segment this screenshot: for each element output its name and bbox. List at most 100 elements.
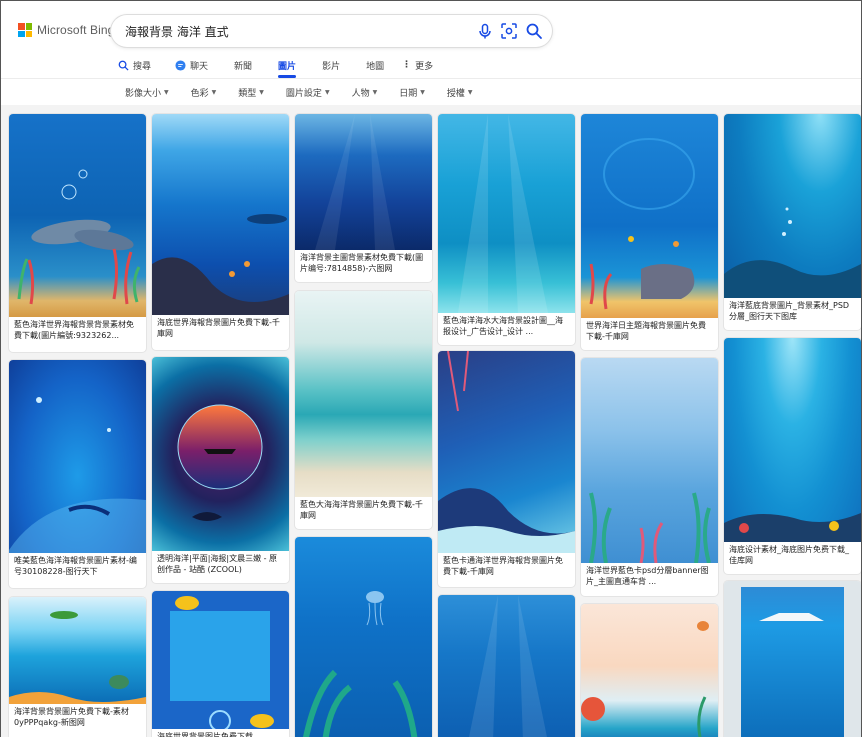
- tab-label: 聊天: [190, 61, 209, 72]
- image-result[interactable]: 海洋背景主圖背景素材免費下載(圖片编号:7814858)-六图网: [295, 114, 432, 282]
- result-caption: 海底设计素材_海底图片免费下载_佳库网: [729, 545, 849, 565]
- logo-square: [25, 23, 32, 30]
- image-result[interactable]: 海底设计素材_海底图片免费下载_佳库网: [724, 338, 861, 574]
- result-thumbnail: [152, 357, 289, 551]
- image-result[interactable]: [581, 604, 718, 737]
- image-result[interactable]: 藍色海洋海水大海背景設計圖__海报设计_广告设计_设计 ...: [438, 114, 575, 345]
- result-thumbnail: [9, 114, 146, 317]
- chevron-down-icon: ▼: [420, 88, 425, 96]
- result-caption: 藍色海洋世界海報背景背景素材免費下載(圖片編號:9323262...: [14, 320, 134, 340]
- microphone-icon[interactable]: [476, 22, 494, 40]
- result-thumbnail: [9, 597, 146, 704]
- result-thumbnail: [724, 114, 861, 298]
- logo-text: Microsoft Bing: [37, 23, 115, 37]
- filter-label: 人物: [351, 88, 370, 99]
- tab-label: 影片: [322, 61, 341, 72]
- tab-more[interactable]: ⋮ 更多: [402, 53, 433, 77]
- tab-videos[interactable]: 影片: [322, 53, 340, 77]
- header: Microsoft Bing 搜尋 聊天 新聞 圖片: [1, 1, 861, 99]
- filter-label: 類型: [238, 88, 257, 99]
- filter-layout[interactable]: 圖片設定 ▼: [286, 86, 330, 99]
- result-thumbnail: [438, 351, 575, 553]
- tab-label: 更多: [415, 61, 434, 72]
- image-result[interactable]: 唯美藍色海洋海報背景圖片素材-编号30108228-图行天下: [9, 360, 146, 588]
- filter-type[interactable]: 類型 ▼: [238, 86, 264, 99]
- vertical-tabs: 搜尋 聊天 新聞 圖片 影片 地圖 ⋮ 更多: [118, 53, 433, 78]
- image-result[interactable]: 藍色大海海洋背景圖片免費下載-千庫网: [295, 291, 432, 529]
- bing-logo[interactable]: Microsoft Bing: [18, 23, 114, 37]
- result-thumbnail: [724, 581, 861, 737]
- image-result[interactable]: 藍色卡通海洋世界海報背景圖片免費下載-千庫网: [438, 351, 575, 587]
- image-result[interactable]: 藍色海洋世界海報背景背景素材免費下載(圖片編號:9323262...: [9, 114, 146, 352]
- result-thumbnail: [9, 360, 146, 553]
- underwater-light-illustration: [469, 595, 547, 737]
- result-caption: 藍色卡通海洋世界海報背景圖片免費下載-千庫网: [443, 556, 563, 576]
- image-result[interactable]: 海洋背景背景圖片免費下載-素材0yPPPqakg-新图网: [9, 597, 146, 737]
- tab-label: 地圖: [366, 61, 385, 72]
- image-result[interactable]: 世界海洋日主題海報背景圖片免費下載-千庫网: [581, 114, 718, 350]
- chevron-down-icon: ▼: [372, 88, 378, 96]
- tab-news[interactable]: 新聞: [234, 53, 252, 77]
- result-thumbnail: [438, 595, 575, 737]
- image-result[interactable]: 海底世界背景图片免费下载 ...: [152, 591, 289, 737]
- chevron-down-icon: ▼: [259, 88, 264, 96]
- result-thumbnail: [581, 114, 718, 318]
- image-result[interactable]: 海底世界海報背景圖片免費下載-千庫网: [152, 114, 289, 350]
- chevron-down-icon: ▼: [164, 88, 169, 96]
- result-thumbnail: [295, 537, 432, 737]
- logo-square: [18, 23, 25, 30]
- tab-images[interactable]: 圖片: [278, 53, 297, 78]
- result-thumbnail: [152, 591, 289, 737]
- jellyfish-illustration: [303, 591, 418, 737]
- whale-illustration: [9, 397, 146, 553]
- search-input[interactable]: [111, 16, 461, 46]
- tab-search[interactable]: 搜尋: [118, 53, 151, 77]
- fish-frame-illustration: [170, 596, 274, 732]
- search-icon[interactable]: [525, 22, 543, 40]
- sunbeam-illustration: [458, 114, 548, 313]
- filter-label: 圖片設定: [285, 88, 322, 99]
- filter-bar: 影像大小 ▼ 色彩 ▼ 類型 ▼ 圖片設定 ▼ 人物 ▼ 日期 ▼ 授權 ▼: [125, 83, 472, 101]
- microsoft-logo-icon: [18, 23, 32, 37]
- image-result[interactable]: 海洋世界藍色卡psd分層banner图片_主圖直通车背 ...: [581, 358, 718, 596]
- result-caption: 世界海洋日主題海報背景圖片免費下載-千庫网: [586, 321, 706, 341]
- filter-label: 色彩: [190, 88, 209, 99]
- logo-square: [25, 30, 32, 37]
- light-rays-illustration: [315, 114, 395, 250]
- filter-label: 日期: [399, 88, 418, 99]
- seaweed-illustration: [589, 492, 711, 564]
- image-result[interactable]: [295, 537, 432, 737]
- image-result[interactable]: [438, 595, 575, 737]
- reef-rocks-illustration: [724, 207, 861, 298]
- iceberg-illustration: [741, 587, 844, 737]
- tab-chat[interactable]: 聊天: [175, 53, 208, 77]
- result-thumbnail: [295, 114, 432, 250]
- rocks-illustration: [152, 214, 289, 315]
- visual-search-icon[interactable]: [500, 22, 518, 40]
- result-caption: 海底世界海報背景圖片免費下載-千庫网: [157, 318, 280, 338]
- image-result[interactable]: 海洋藍底背景圖片_背景素材_PSD分層_图行天下图库: [724, 114, 861, 330]
- result-caption: 海底世界背景图片免费下载 ...: [152, 729, 289, 737]
- result-caption: 海洋藍底背景圖片_背景素材_PSD分層_图行天下图库: [729, 301, 850, 321]
- result-caption: 唯美藍色海洋海報背景圖片素材-编号30108228-图行天下: [14, 556, 137, 576]
- image-result[interactable]: 透明海洋|平面|海报|文晨三嫩 - 原创作品 - 站酷 (ZCOOL): [152, 357, 289, 583]
- bubble-ship-illustration: [177, 404, 263, 521]
- copilot-icon: [175, 59, 186, 71]
- tab-label: 新聞: [234, 61, 253, 72]
- image-result[interactable]: [724, 581, 861, 737]
- coral-reef-illustration: [589, 138, 695, 310]
- logo-square: [18, 30, 25, 37]
- filter-color[interactable]: 色彩 ▼: [191, 86, 217, 99]
- filter-date[interactable]: 日期 ▼: [399, 86, 425, 99]
- filter-image-size[interactable]: 影像大小 ▼: [125, 86, 169, 99]
- result-thumbnail: [438, 114, 575, 313]
- result-thumbnail: [724, 338, 861, 542]
- filter-people[interactable]: 人物 ▼: [352, 86, 378, 99]
- filter-label: 授權: [446, 88, 465, 99]
- tab-maps[interactable]: 地圖: [366, 53, 384, 77]
- chevron-down-icon: ▼: [324, 88, 330, 96]
- result-caption: 海洋背景主圖背景素材免費下載(圖片编号:7814858)-六图网: [300, 253, 424, 273]
- result-caption: 海洋背景背景圖片免費下載-素材0yPPPqakg-新图网: [14, 707, 129, 727]
- more-vertical-icon: ⋮: [402, 60, 412, 70]
- filter-license[interactable]: 授權 ▼: [447, 86, 473, 99]
